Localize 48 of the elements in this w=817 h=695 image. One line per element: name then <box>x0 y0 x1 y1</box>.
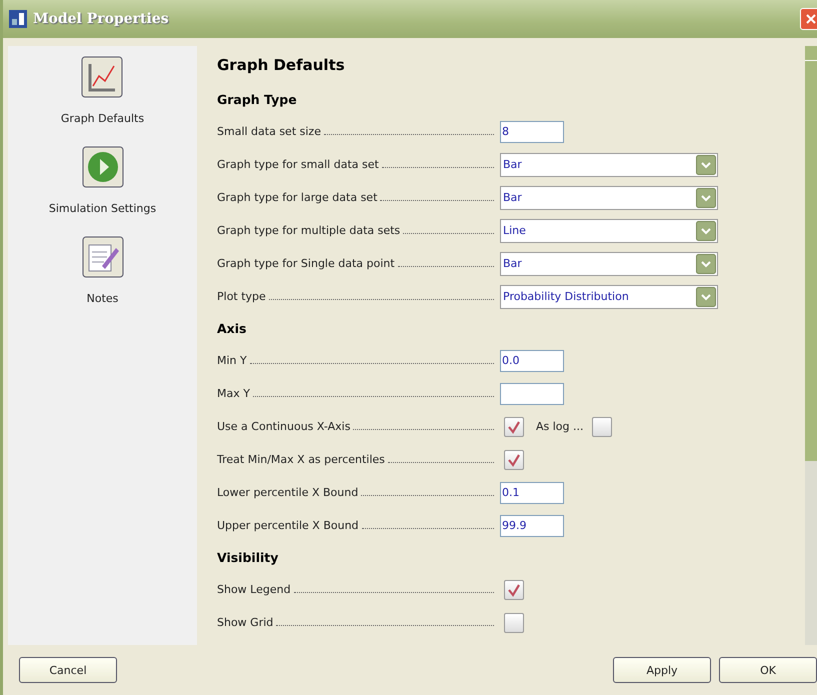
dropdown[interactable]: Bar <box>500 186 718 210</box>
play-icon <box>82 146 124 188</box>
text-field[interactable]: 0.0 <box>500 350 564 372</box>
field-label: Min Y <box>217 354 248 367</box>
dialog-button[interactable]: Apply <box>613 657 711 683</box>
text-field[interactable] <box>500 382 564 404</box>
checkbox[interactable] <box>504 450 524 470</box>
checkbox[interactable] <box>504 580 524 600</box>
panel-title: Graph Defaults <box>217 56 346 76</box>
checkbox[interactable] <box>504 416 524 436</box>
dropdown[interactable]: Bar <box>500 152 718 176</box>
sidebar-item[interactable]: Graph Defaults <box>60 112 144 125</box>
chart-icon <box>81 56 124 98</box>
notepad-icon <box>82 236 124 278</box>
field-label: Show Legend <box>217 583 292 596</box>
app-icon <box>9 10 27 28</box>
checkbox[interactable] <box>592 416 612 436</box>
field-label: Max Y <box>217 387 251 400</box>
field-label: Upper percentile X Bound <box>217 519 360 532</box>
close-button[interactable] <box>800 8 817 30</box>
cancel-button[interactable]: Cancel <box>19 657 117 683</box>
sidebar-item[interactable]: Notes <box>86 292 118 305</box>
field-label: Plot type <box>217 290 267 303</box>
section-heading: Visibility <box>217 550 278 565</box>
field-label: Small data set size <box>217 125 322 138</box>
dialog-button[interactable]: OK <box>719 657 817 683</box>
field-label: Graph type for small data set <box>217 158 380 171</box>
text-field[interactable]: 8 <box>500 120 564 142</box>
checkbox[interactable] <box>504 612 524 632</box>
field-label: Graph type for multiple data sets <box>217 224 402 237</box>
close-icon <box>805 13 817 25</box>
dropdown[interactable]: Line <box>500 218 718 242</box>
text-field[interactable]: 0.1 <box>500 482 564 504</box>
field-label: Lower percentile X Bound <box>217 486 360 499</box>
section-heading: Axis <box>217 321 246 336</box>
field-label: Show Grid <box>217 616 274 629</box>
field-label: Treat Min/Max X as percentiles <box>217 453 386 466</box>
field-label: Graph type for large data set <box>217 191 378 204</box>
dropdown[interactable]: Bar <box>500 252 718 276</box>
section-heading: Graph Type <box>217 92 297 107</box>
checkbox-label: As log ... <box>536 420 584 433</box>
field-label: Graph type for Single data point <box>217 257 396 270</box>
window-title: Model Properties <box>33 11 169 27</box>
scrollbar[interactable] <box>805 46 817 645</box>
dropdown[interactable]: Probability Distribution <box>500 284 718 308</box>
field-label: Use a Continuous X-Axis <box>217 420 352 433</box>
sidebar-item[interactable]: Simulation Settings <box>48 202 156 215</box>
text-field[interactable]: 99.9 <box>500 514 564 536</box>
